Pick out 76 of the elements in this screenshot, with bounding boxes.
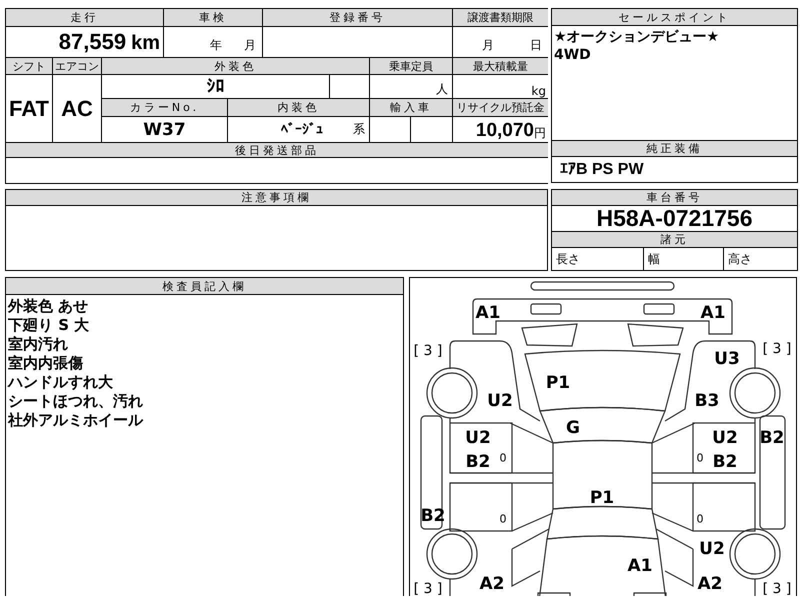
column-header: リサイクル預託金 [453,99,548,116]
tire-tread-mark: [ 3 ] [762,341,792,357]
blank-field [330,75,369,98]
damage-code: A1 [700,303,726,323]
damage-code: U3 [714,349,740,369]
recycling-deposit-value: 10,070 [476,120,534,142]
remark-text: 社外アルミホイール [8,411,144,429]
exterior-color-value: ｼﾛ [102,75,329,98]
day-unit: 日 [530,37,542,54]
damage-code: A2 [698,574,722,594]
column-header: 車検 [164,9,262,26]
column-header: 登録番号 [263,9,452,26]
remark-text: ハンドルすれ大 [8,373,114,391]
damage-code: U2 [699,539,725,559]
column-header: 乗車定員 [370,58,452,74]
column-header: 内装色 [228,99,369,116]
damage-code: B2 [466,452,490,472]
spec-label: 高さ [724,248,797,270]
sales-point-text: ★オークションデビュー★ [554,28,720,46]
section-header: 後日発送部品 [6,143,548,157]
section-header: 検査員記入欄 [6,278,403,295]
small-mark: 0 [500,512,506,526]
remark-text: 下廻り S 大 [8,316,90,334]
damage-code: B2 [760,428,784,448]
damage-code: B2 [712,452,738,472]
damage-code: A2 [480,574,504,594]
damage-code: P1 [546,373,570,393]
tire-tread-mark: [ 3 ] [414,581,442,596]
year-unit: 年 [210,37,222,54]
remark-text: 室内汚れ [8,335,69,353]
small-mark: 0 [500,452,506,464]
damage-code: A1 [628,556,652,576]
damage-code: P1 [590,488,614,508]
color-suffix: 系 [353,121,365,138]
sales-point-text: 4WD [554,47,592,63]
remark-text: シートほつれ、汚れ [8,392,144,410]
mileage-unit: km [131,32,160,55]
column-header: カラーNo. [102,99,227,116]
max-load-unit: kg [453,75,548,98]
damage-code: U2 [465,428,491,448]
column-header: 外装色 [102,58,369,74]
spec-label: 長さ [552,248,643,270]
remark-text: 外装色 あせ [8,297,90,315]
section-header: 純正装備 [552,141,797,156]
section-header: セールスポイント [552,9,797,25]
section-header: 諸元 [552,232,797,247]
chassis-number-value: H58A-0721756 [552,206,797,231]
section-header: 車台番号 [552,190,797,205]
section-header: 注意事項欄 [6,190,547,205]
damage-code: U2 [712,428,738,448]
tire-tread-mark: [ 3 ] [414,343,442,359]
spec-label: 幅 [644,248,723,270]
column-header: 輸入車 [370,99,452,116]
aircon-value: AC [53,75,101,142]
interior-color-value: ﾍﾞｰｼﾞｭ [281,122,323,138]
month-unit: 月 [482,37,494,54]
capacity-unit: 人 [370,75,452,98]
column-header: 譲渡書類期限 [453,9,548,26]
damage-code: B3 [694,391,720,411]
remark-text: 室内内張傷 [8,354,84,372]
shift-value: FAT [6,75,52,142]
column-header: エアコン [53,58,101,74]
tire-tread-mark: [ 3 ] [762,581,792,596]
currency-unit: 円 [534,125,546,142]
mileage-value: 87,559 [58,29,126,55]
small-mark: 0 [696,452,704,464]
damage-code: G [566,418,580,438]
small-mark: 0 [696,512,704,526]
column-header: 走行 [6,9,163,26]
equipment-value: ｴｱB PS PW [552,157,797,182]
damage-code: A1 [476,303,500,323]
month-unit: 月 [244,37,256,54]
column-header: 最大積載量 [453,58,548,74]
damage-code: U2 [487,391,513,411]
color-number-value: W37 [102,117,227,142]
column-header: シフト [6,58,52,74]
